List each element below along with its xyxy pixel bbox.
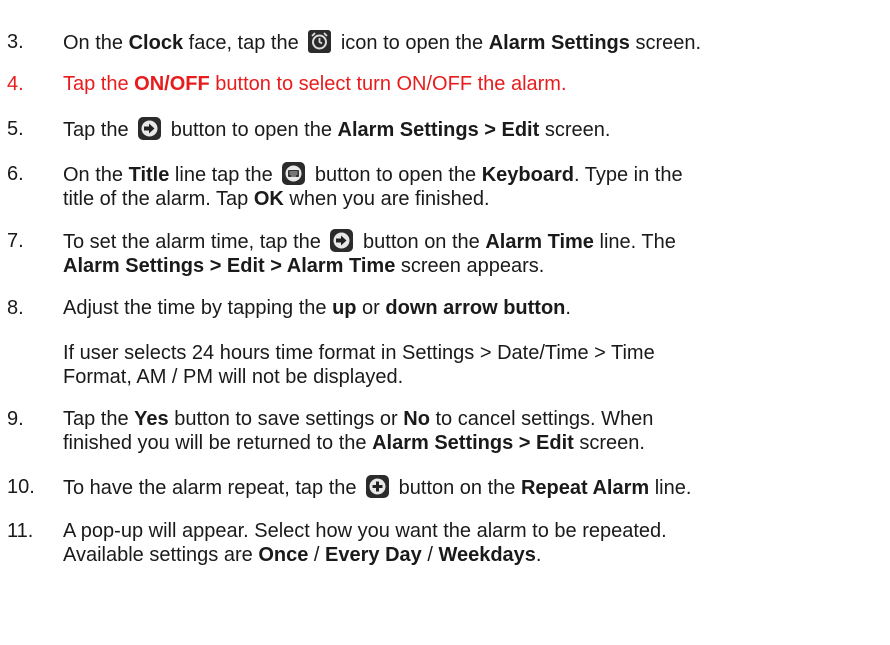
step-number: 10. [7, 476, 35, 498]
bold-text: Alarm Settings > Edit [372, 432, 574, 454]
step-text: Tap the Yes button to save settings or N… [63, 407, 888, 455]
line: Alarm Settings > Edit > Alarm Time scree… [63, 254, 888, 278]
bold-text: Keyboard [481, 164, 574, 186]
text: Tap the [63, 119, 135, 141]
step-number: 9. [7, 408, 24, 430]
step-text: To have the alarm repeat, tap the button… [63, 475, 888, 500]
line: Tap the Yes button to save settings or N… [63, 407, 888, 431]
keyboard-icon [282, 162, 306, 185]
bold-text: Yes [134, 408, 169, 430]
bold-text: Weekdays [438, 544, 536, 566]
text: button on the [357, 231, 486, 253]
step-text: To set the alarm time, tap the button on… [63, 229, 888, 278]
bold-text: No [403, 408, 430, 430]
step-text: Tap the button to open the Alarm Setting… [63, 117, 888, 142]
bold-text: Alarm Settings > Edit [337, 119, 540, 141]
text: or [356, 297, 386, 319]
plus-icon [366, 475, 390, 498]
step-text: On the Clock face, tap the icon to open … [63, 30, 888, 55]
text: when you are finished. [283, 188, 490, 210]
bold-text: Alarm Time [485, 231, 594, 253]
step-text: A pop-up will appear. Select how you wan… [63, 519, 888, 567]
text: screen. [629, 32, 702, 54]
bold-text: up [332, 297, 357, 319]
step-text: On the Title line tap the button to open… [63, 162, 888, 211]
text: button to select turn ON/OFF the alarm. [209, 73, 567, 95]
text: screen. [539, 119, 611, 141]
bold-text: Title [128, 164, 170, 186]
text: screen appears. [395, 255, 545, 277]
text: . Type in the [573, 164, 683, 186]
line: finished you will be returned to the Ala… [63, 431, 888, 455]
step-number: 8. [7, 297, 24, 319]
text: screen. [573, 432, 645, 454]
bold-text: Every Day [325, 544, 422, 566]
bold-text: Alarm Settings > Edit > Alarm Time [63, 255, 396, 277]
text: line. The [593, 231, 676, 253]
text: / [421, 544, 439, 566]
text: / [308, 544, 326, 566]
bold-text: Alarm Settings [488, 32, 630, 54]
bold-text: down arrow button [385, 297, 566, 319]
line: A pop-up will appear. Select how you wan… [63, 520, 667, 542]
step-number: 5. [7, 118, 24, 140]
note: If user selects 24 hours time format in … [63, 341, 863, 389]
step-number: 11. [7, 520, 34, 542]
text: On the [63, 32, 129, 54]
note-line: Format, AM / PM will not be displayed. [63, 366, 404, 388]
line: To set the alarm time, tap the button on… [63, 229, 888, 254]
step-number: 4. [7, 73, 24, 95]
text: . [535, 544, 542, 566]
alarm-clock-icon [308, 30, 332, 53]
text: icon to open the [335, 32, 489, 54]
bold-text: Repeat Alarm [520, 477, 650, 499]
text: finished you will be returned to the [63, 432, 373, 454]
bold-text: Clock [128, 32, 184, 54]
text: button to open the [165, 119, 338, 141]
line: Available settings are Once / Every Day … [63, 543, 888, 567]
step-text: Adjust the time by tapping the up or dow… [63, 296, 888, 320]
step-text: Tap the ON/OFF button to select turn ON/… [63, 72, 888, 96]
note-line: If user selects 24 hours time format in … [63, 342, 655, 364]
text: button to save settings or [168, 408, 404, 430]
text: To have the alarm repeat, tap the [63, 477, 363, 499]
step-number: 6. [7, 163, 24, 185]
bold-text: ON/OFF [134, 73, 210, 95]
text: to cancel settings. When [429, 408, 654, 430]
text: Available settings are [63, 544, 259, 566]
line: title of the alarm. Tap OK when you are … [63, 187, 888, 211]
text: Tap the [63, 408, 135, 430]
line: On the Title line tap the button to open… [63, 162, 888, 187]
text: title of the alarm. Tap [63, 188, 254, 210]
text: button on the [393, 477, 521, 499]
text: Tap the [63, 73, 135, 95]
step-number: 7. [7, 230, 24, 252]
text: line. [649, 477, 692, 499]
arrow-right-icon [138, 117, 162, 140]
text: To set the alarm time, tap the [63, 231, 327, 253]
text: face, tap the [183, 32, 305, 54]
text: Adjust the time by tapping the [63, 297, 333, 319]
text: On the [63, 164, 129, 186]
arrow-right-icon [330, 229, 354, 252]
text: line tap the [169, 164, 279, 186]
bold-text: Once [258, 544, 309, 566]
step-number: 3. [7, 31, 24, 53]
text: button to open the [309, 164, 482, 186]
bold-text: OK [253, 188, 284, 210]
text: . [565, 297, 571, 319]
